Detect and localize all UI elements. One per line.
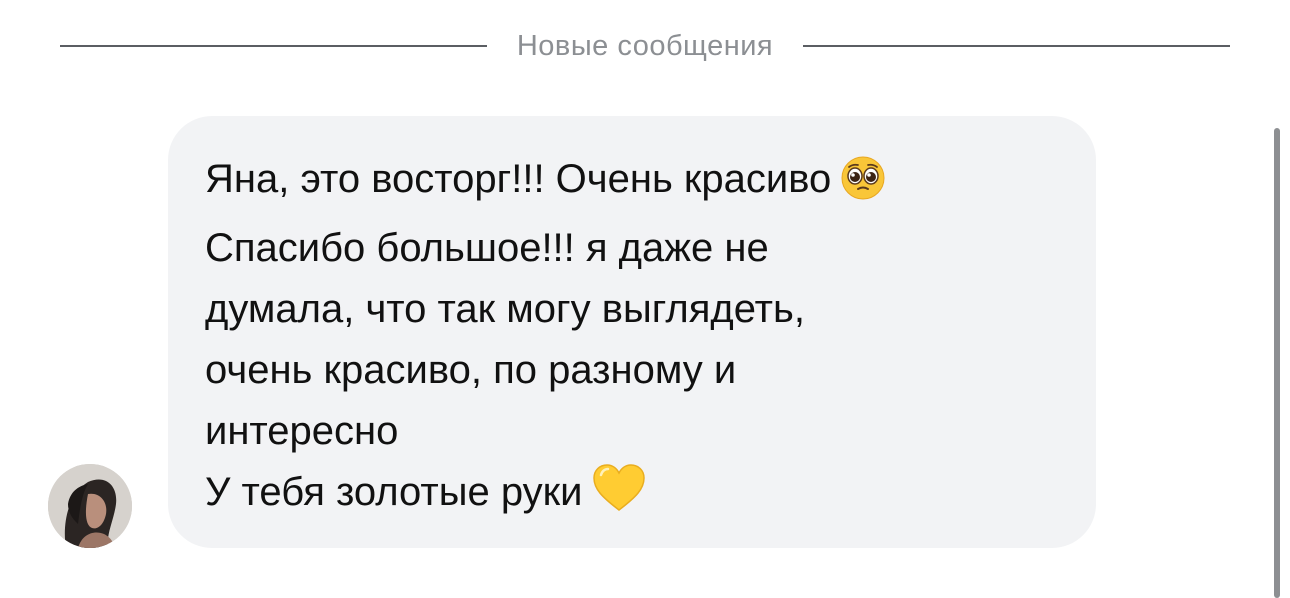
yellow-heart-emoji-icon: [592, 463, 646, 531]
new-messages-label: Новые сообщения: [516, 29, 774, 62]
divider-line-right: [803, 45, 1230, 47]
message-text: Спасибо большое!!! я даже не: [205, 226, 769, 270]
message-line: Яна, это восторг!!! Очень красиво: [205, 149, 1060, 218]
pleading-face-emoji-icon: [841, 156, 885, 218]
message-line: очень красиво, по разному и: [205, 340, 1060, 401]
message-text: думала, что так могу выглядеть,: [205, 287, 805, 331]
avatar-photo: [48, 464, 132, 548]
avatar[interactable]: [48, 464, 132, 548]
message-text: очень красиво, по разному и: [205, 348, 737, 392]
message-bubble[interactable]: Яна, это восторг!!! Очень красиво Спасиб…: [168, 116, 1096, 548]
message-text: У тебя золотые руки: [205, 470, 583, 514]
message-line: интересно: [205, 401, 1060, 462]
message-line: У тебя золотые руки: [205, 462, 1060, 531]
message-line: Спасибо большое!!! я даже не: [205, 218, 1060, 279]
scrollbar[interactable]: [1274, 128, 1280, 598]
new-messages-divider: Новые сообщения: [60, 22, 1230, 70]
message-text: интересно: [205, 409, 399, 453]
divider-line-left: [60, 45, 487, 47]
message-line: думала, что так могу выглядеть,: [205, 279, 1060, 340]
message-text: Яна, это восторг!!! Очень красиво: [205, 157, 832, 201]
